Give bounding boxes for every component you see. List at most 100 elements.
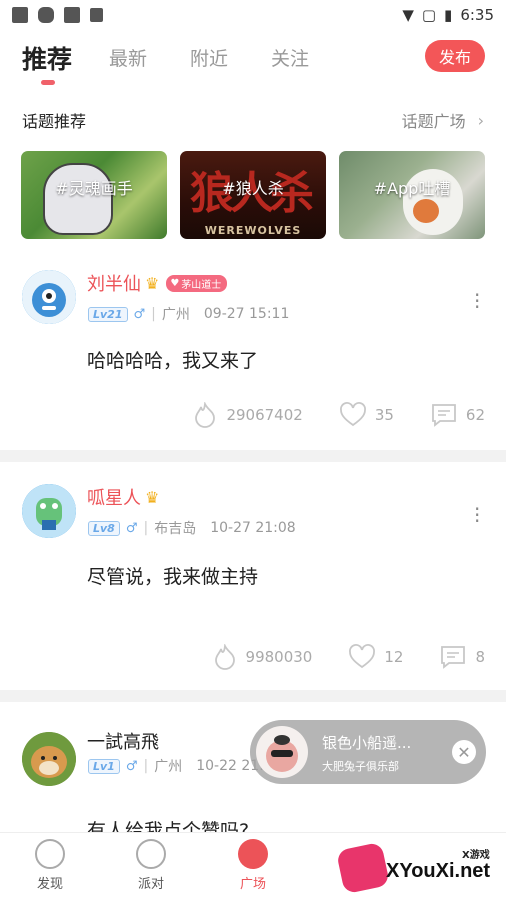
more-menu-icon[interactable]: · · · — [474, 285, 480, 317]
view-count-value: 9980030 — [245, 648, 313, 666]
no-sim-icon: ▢ — [421, 6, 437, 24]
nav-label: 派对 — [137, 877, 164, 892]
separator: | — [143, 520, 149, 536]
topic-card-werewolf[interactable]: 狼人杀 WEREWOLVES #狼人杀 — [180, 151, 326, 239]
location: 广州 — [154, 759, 183, 775]
topic-cards: #灵魂画手 狼人杀 WEREWOLVES #狼人杀 #App吐槽 — [21, 151, 485, 239]
comment-button[interactable]: 62 — [430, 402, 485, 428]
view-count-value: 29067402 — [226, 406, 303, 424]
top-tab-bar: 推荐 最新 附近 关注 发布 — [0, 36, 506, 96]
topic-card-label: #狼人杀 — [222, 179, 284, 198]
username[interactable]: 呱星人 — [87, 484, 141, 510]
post-meta: Lv1 ♂ | 广州 10-22 21: — [88, 756, 264, 776]
topic-card-soul-painter[interactable]: #灵魂画手 — [21, 151, 167, 239]
comment-count: 62 — [465, 406, 485, 424]
post-time: 10-27 21:08 — [210, 520, 296, 536]
post-username-row: 刘半仙 ♛ ♥ 茅山道士 — [87, 270, 228, 296]
tab-nearby[interactable]: 附近 — [190, 44, 228, 71]
like-count: 12 — [384, 648, 404, 666]
comment-icon — [441, 646, 466, 669]
separator: | — [151, 306, 156, 322]
crown-icon: ♛ — [145, 273, 160, 293]
nav-square[interactable]: 广场 — [223, 839, 283, 892]
like-count: 35 — [374, 406, 394, 424]
system-indicators: ▼ ▢ ▮ 6:35 — [402, 6, 494, 24]
location: 广州 — [161, 307, 190, 323]
feed-post: 呱星人 ♛ Lv8 ♂ | 布吉岛 10-27 21:08 · · · 尽管说，我来… — [0, 462, 506, 690]
comment-button[interactable]: 8 — [439, 644, 485, 670]
like-button[interactable]: 35 — [339, 402, 394, 428]
gender-male-icon: ♂ — [125, 520, 138, 536]
post-username-row: 一試高飛 — [87, 728, 159, 754]
watermark-small-text: X游戏 — [462, 850, 490, 861]
cartoon-character-icon — [266, 735, 298, 772]
gender-male-icon: ♂ — [133, 306, 146, 322]
topic-square-link[interactable]: 话题广场 › — [402, 108, 484, 132]
username[interactable]: 刘半仙 — [87, 270, 141, 296]
popup-subtitle: 大肥兔子俱乐部 — [322, 760, 399, 773]
separator: | — [143, 758, 149, 774]
avatar[interactable] — [22, 484, 76, 538]
post-actions: 9980030 12 8 — [176, 644, 485, 670]
post-meta: Lv21 ♂ | 广州 09-27 15:11 — [88, 304, 289, 324]
nav-label: 广场 — [239, 877, 266, 892]
topic-card-label: #App吐槽 — [373, 179, 451, 198]
more-menu-icon[interactable]: · · · — [474, 499, 480, 531]
heart-outline-icon — [349, 644, 376, 669]
tab-following[interactable]: 关注 — [271, 44, 309, 71]
post-divider — [0, 450, 506, 462]
heart-icon: ♥ — [170, 277, 180, 289]
post-actions: 29067402 35 62 — [156, 402, 485, 428]
gamepad-icon — [38, 7, 54, 23]
topic-section-title: 话题推荐 — [22, 112, 87, 131]
topic-square-label: 话题广场 — [401, 112, 466, 131]
gender-male-icon: ♂ — [125, 758, 138, 774]
title-badge: ♥ 茅山道士 — [166, 274, 228, 292]
heart-outline-icon — [339, 402, 366, 427]
avatar[interactable] — [22, 732, 76, 786]
tab-recommend[interactable]: 推荐 — [22, 40, 72, 76]
publish-button[interactable]: 发布 — [425, 40, 485, 72]
topic-card-app-complaints[interactable]: #App吐槽 — [339, 151, 485, 239]
dog-avatar-icon — [22, 732, 76, 786]
post-content: 有人给我点个赞吗? — [87, 820, 250, 832]
font-icon — [90, 8, 103, 22]
like-button[interactable]: 12 — [348, 644, 403, 670]
gamepad-logo-icon — [335, 841, 391, 895]
square-face-icon — [238, 839, 268, 869]
comment-icon — [432, 404, 456, 427]
floating-party-popup[interactable]: 银色小船遥... 大肥兔子俱乐部 ✕ — [250, 720, 486, 784]
nav-label: 发现 — [36, 877, 63, 892]
cartoon-cat-illustration — [43, 163, 113, 235]
crown-icon: ♛ — [145, 487, 160, 507]
nav-discover[interactable]: 发现 — [20, 839, 80, 892]
flame-icon — [195, 402, 216, 428]
notification-icons — [12, 7, 103, 23]
post-content: 尽管说，我来做主持 — [87, 566, 259, 588]
active-tab-indicator — [41, 80, 55, 85]
status-bar: ▼ ▢ ▮ 6:35 — [0, 0, 506, 30]
tab-latest[interactable]: 最新 — [109, 44, 147, 71]
monster-avatar-icon — [22, 270, 76, 324]
popup-title: 银色小船遥... — [322, 734, 412, 752]
flame-icon — [214, 644, 235, 670]
frog-avatar-icon — [22, 484, 76, 538]
title-badge-text: 茅山道士 — [181, 279, 222, 291]
level-badge: Lv1 — [88, 758, 120, 774]
goose-beak — [413, 199, 439, 223]
werewolves-art-subtitle: WEREWOLVES — [204, 224, 302, 237]
close-icon[interactable]: ✕ — [452, 740, 476, 764]
location: 布吉岛 — [154, 521, 197, 537]
wifi-icon: ▼ — [402, 6, 414, 24]
clock: 6:35 — [460, 6, 494, 24]
username[interactable]: 一試高飛 — [87, 728, 159, 754]
topic-card-label: #灵魂画手 — [55, 179, 133, 198]
comment-count: 8 — [475, 648, 485, 666]
feed-post: 刘半仙 ♛ ♥ 茅山道士 Lv21 ♂ | 广州 09-27 15:11 · · · … — [0, 252, 506, 444]
party-avatar — [256, 726, 308, 778]
nav-party[interactable]: 派对 — [121, 839, 181, 892]
app-notification-icon — [12, 7, 28, 23]
view-count: 9980030 — [212, 644, 313, 670]
image-icon — [64, 7, 80, 23]
avatar[interactable] — [22, 270, 76, 324]
